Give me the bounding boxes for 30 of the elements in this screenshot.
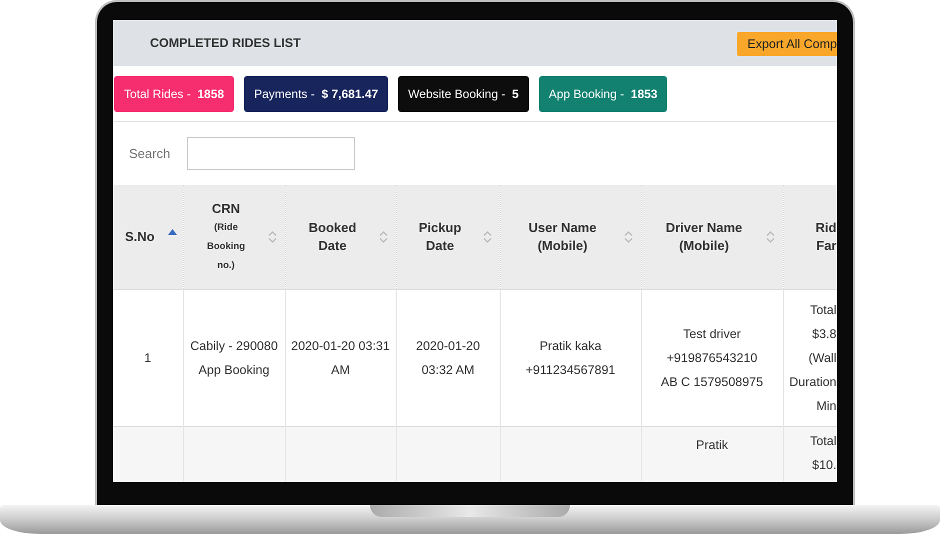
sort-icon[interactable] bbox=[482, 230, 492, 244]
table-cell-text: Cabily - 290080 App Booking bbox=[189, 338, 279, 379]
column-header[interactable]: CRN (Ride Booking no.) bbox=[183, 185, 285, 290]
table-cell-text: Pratik kaka +911234567891 bbox=[524, 338, 616, 379]
table-cell-text: 2020-01-20 03:31 AM bbox=[290, 338, 391, 379]
table-cell-text: Pratik bbox=[695, 437, 729, 454]
sort-icon[interactable] bbox=[766, 230, 774, 244]
column-header[interactable]: Pickup Date bbox=[396, 185, 500, 290]
table-cell-text: Test driver +919876543210 AB C 1579508975 bbox=[660, 326, 764, 391]
column-header[interactable]: User Name (Mobile) bbox=[500, 185, 641, 290]
sort-icon[interactable] bbox=[378, 230, 388, 244]
stat-badge: Website Booking - 5 bbox=[398, 76, 529, 112]
page-title: COMPLETED RIDES LIST bbox=[150, 36, 301, 50]
stat-badge: Total Rides - 1858 bbox=[114, 76, 234, 112]
table-cell-text: 2020-01-20 03:32 AM bbox=[415, 338, 481, 379]
sort-ascending-icon[interactable] bbox=[168, 229, 176, 235]
sort-icon[interactable] bbox=[624, 230, 632, 244]
sort-icon[interactable] bbox=[268, 230, 276, 244]
table-cell-text: Total $10. bbox=[809, 433, 836, 474]
column-header[interactable]: S.No bbox=[113, 185, 183, 290]
stat-badge: Payments - $ 7,681.47 bbox=[244, 76, 388, 112]
search-label: Search bbox=[129, 146, 170, 161]
search-field[interactable] bbox=[187, 137, 356, 170]
column-header[interactable]: Driver Name (Mobile) bbox=[641, 185, 783, 290]
column-header[interactable]: Booked Date bbox=[285, 185, 396, 290]
stat-badge: App Booking - 1853 bbox=[538, 76, 668, 112]
table-cell-text: 1 bbox=[143, 350, 152, 367]
column-header[interactable]: Rid Far bbox=[783, 185, 837, 290]
export-button[interactable]: Export All Comp bbox=[737, 32, 837, 56]
table-cell-text: Total $3.8 (Wall Duration Min bbox=[788, 302, 836, 415]
